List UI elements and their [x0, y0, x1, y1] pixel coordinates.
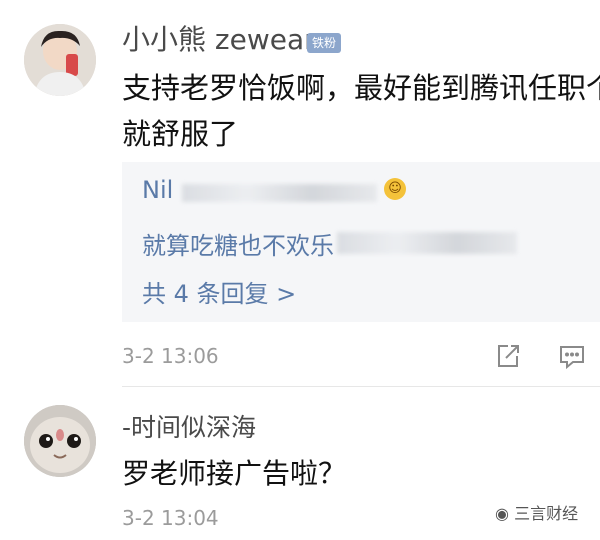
- comment-text: 罗老师接广告啦？: [122, 457, 347, 490]
- comment-text: 支持老罗恰饭啊，最好能到腾讯任职个 就舒服了: [122, 71, 600, 151]
- comment-username[interactable]: 小小熊 zewean: [122, 18, 322, 58]
- redacted-text: [337, 232, 517, 254]
- comment-username[interactable]: -时间似深海: [122, 408, 256, 444]
- more-replies-link[interactable]: 共 4 条回复 >: [142, 274, 296, 309]
- share-icon[interactable]: [494, 342, 522, 370]
- redacted-text: [182, 184, 377, 202]
- fan-badge: 铁粉: [307, 33, 342, 53]
- avatar[interactable]: [24, 405, 96, 477]
- reply-username[interactable]: Nil: [142, 176, 173, 204]
- comment-icon[interactable]: [558, 342, 586, 370]
- comment-timestamp: 3-2 13:04: [122, 506, 219, 530]
- wechat-icon: ◉: [495, 504, 509, 523]
- comment-divider: [122, 386, 600, 387]
- watermark: ◉ 三言财经: [495, 504, 579, 523]
- comment-timestamp: 3-2 13:06: [122, 344, 219, 368]
- reply-preview-box[interactable]: Nil ☺ 就算吃糖也不欢乐 共 4 条回复 >: [122, 162, 600, 322]
- emoji-icon: ☺: [384, 178, 406, 200]
- avatar[interactable]: [24, 24, 96, 96]
- reply-text: 就算吃糖也不欢乐: [142, 232, 334, 260]
